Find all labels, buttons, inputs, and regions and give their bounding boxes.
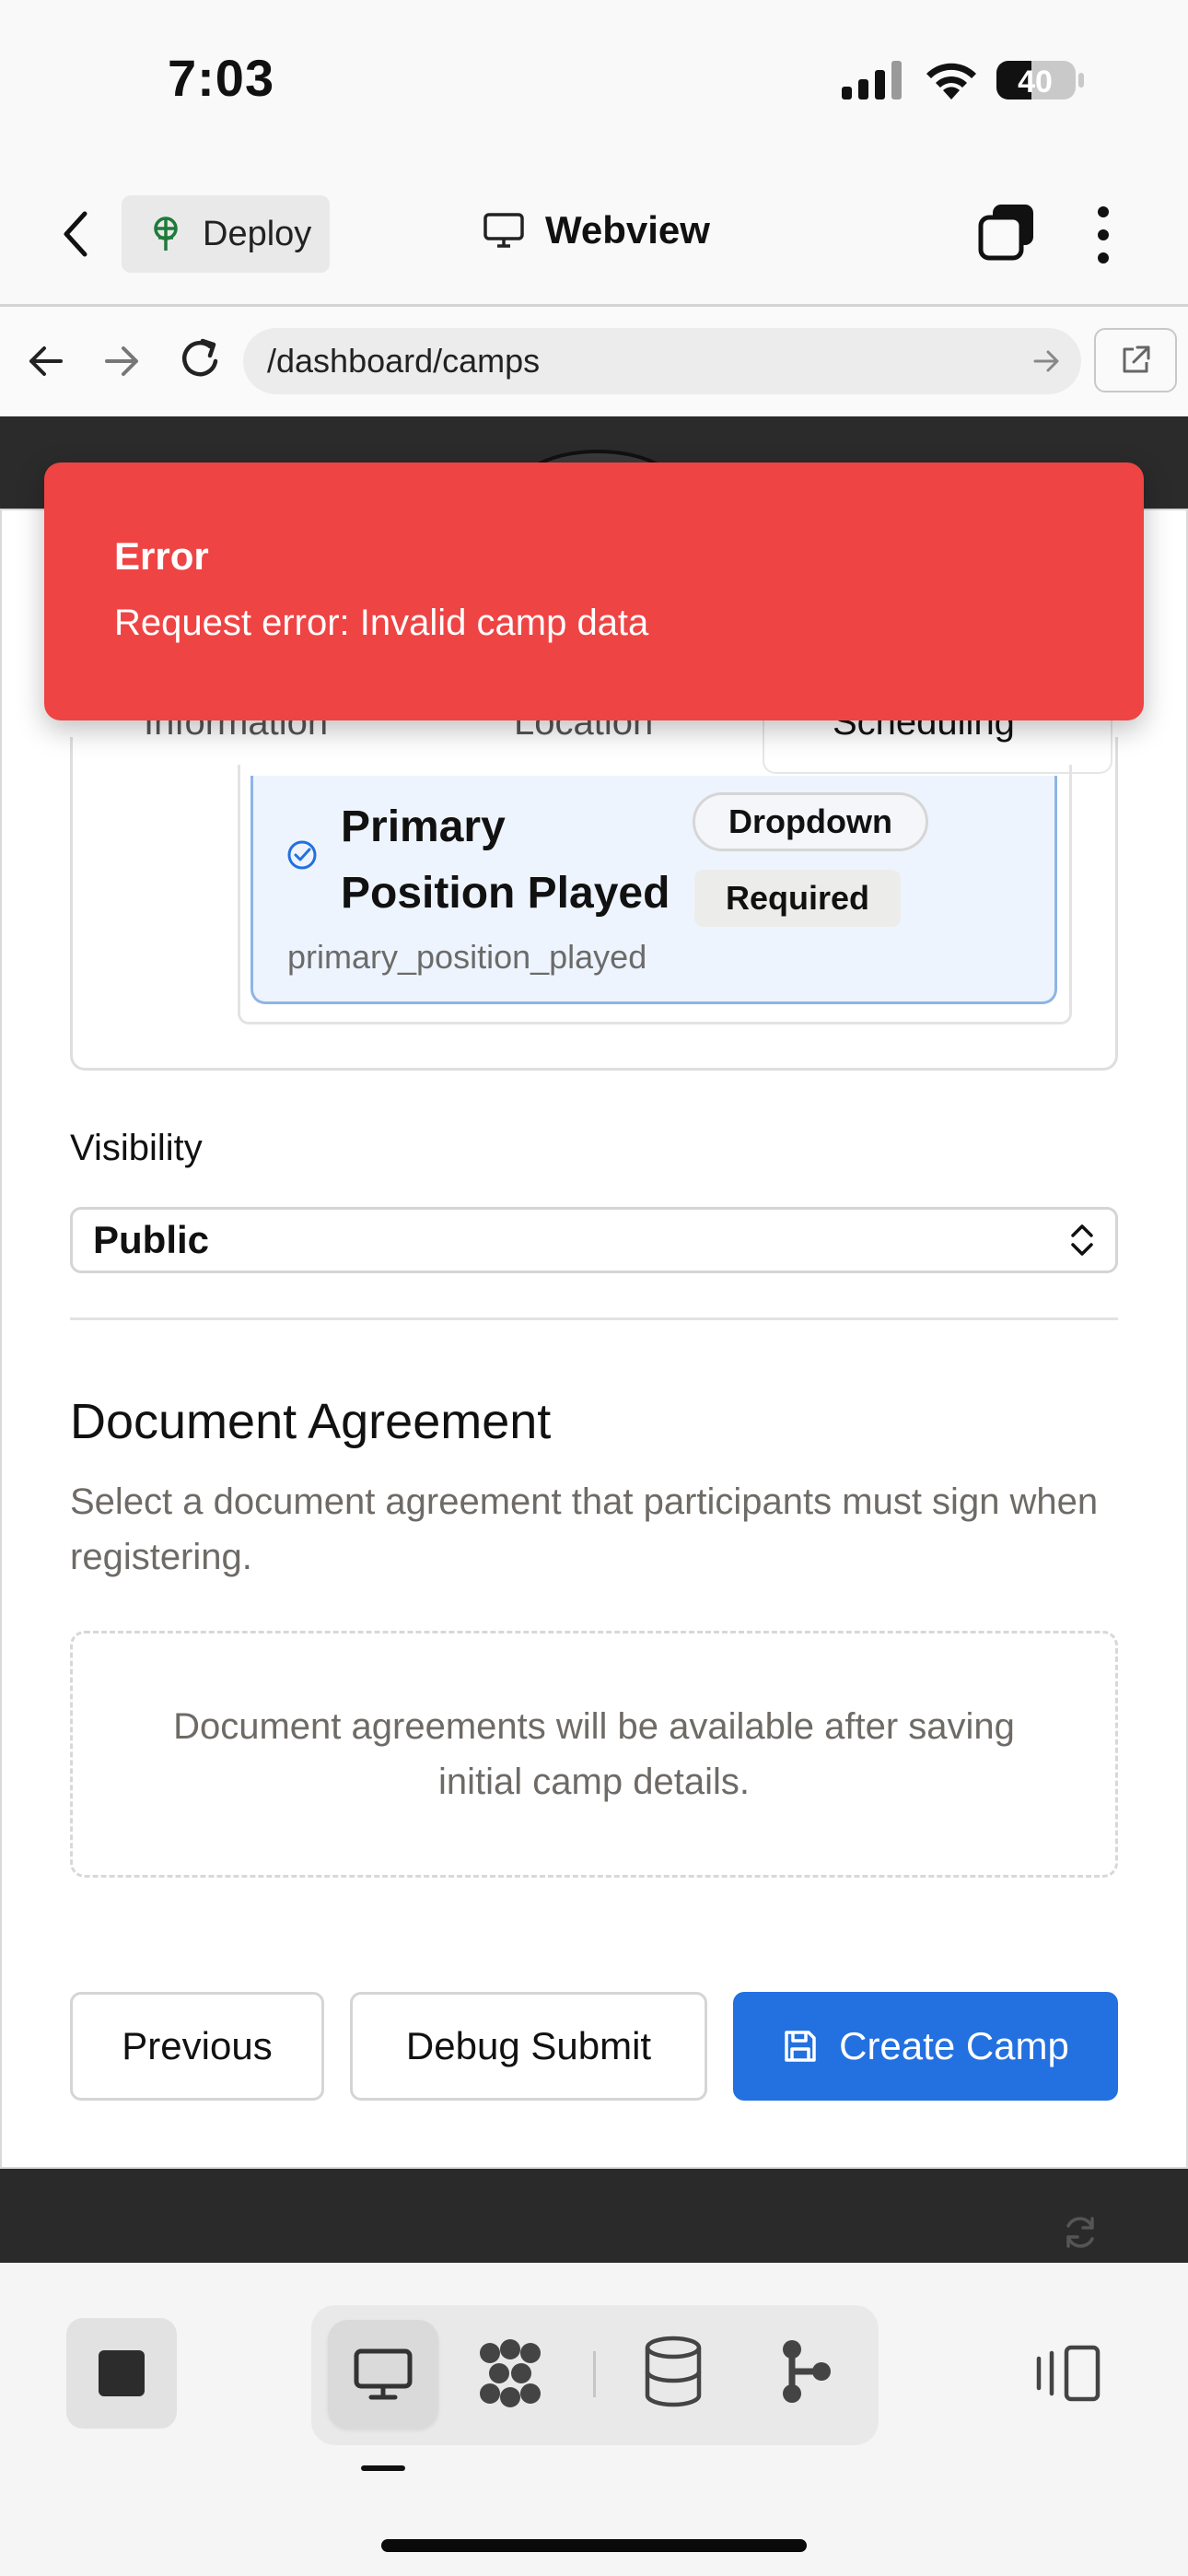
page-footer-bar [0,2169,1188,2263]
stop-button[interactable] [66,2318,177,2429]
arrow-left-icon [29,346,63,376]
panel-icon[interactable] [1031,2344,1101,2407]
field-type-badge: Dropdown [693,792,928,851]
required-badge: Required [694,870,901,927]
battery-icon: 40 [995,57,1087,108]
tabs-icon [978,205,1033,261]
stop-icon [99,2350,145,2396]
more-options-button[interactable] [1087,205,1120,265]
previous-label: Previous [122,2024,273,2067]
toast-message: Request error: Invalid camp data [114,603,649,643]
section-divider [70,1317,1118,1320]
external-link-icon [1123,345,1150,373]
chevron-up-down-icon [1068,1222,1096,1263]
document-agreement-title: Document Agreement [70,1394,552,1449]
status-time: 7:03 [168,49,275,107]
arrow-right-icon [105,346,138,376]
visibility-select[interactable]: Public [70,1207,1118,1273]
tabs-switcher-button[interactable] [978,203,1035,262]
cellular-signal-icon [840,59,904,104]
create-camp-button[interactable]: Create Camp [733,1992,1118,2101]
url-go-button[interactable] [1031,346,1061,381]
browser-reload-button[interactable] [177,335,223,388]
deploy-button[interactable]: Deploy [122,195,330,273]
desktop-view-button[interactable] [328,2320,438,2429]
deploy-label: Deploy [203,214,312,253]
open-external-button[interactable] [1094,328,1177,392]
agents-icon[interactable] [473,2336,547,2415]
document-agreement-empty-state: Document agreements will be available af… [70,1631,1118,1878]
url-text: /dashboard/camps [267,342,541,380]
webview-tab-title[interactable]: Webview [483,208,710,252]
url-input[interactable]: /dashboard/camps [243,328,1081,394]
git-icon[interactable] [772,2335,836,2413]
database-icon[interactable] [641,2335,705,2413]
debug-submit-label: Debug Submit [405,2024,652,2067]
custom-field-key: primary_position_played [287,938,647,976]
toast-title: Error [114,534,209,578]
custom-field-name: Primary Position Played [341,802,670,918]
document-agreement-empty-message: Document agreements will be available af… [173,1706,1015,1802]
back-button[interactable] [53,206,98,262]
browser-forward-button[interactable] [101,341,142,386]
browser-back-button[interactable] [26,341,66,386]
segment-divider [593,2351,596,2397]
error-toast[interactable] [44,463,1144,720]
desktop-icon [354,2348,413,2400]
previous-button[interactable]: Previous [70,1992,324,2101]
wifi-icon [923,57,980,106]
create-camp-label: Create Camp [839,2024,1069,2067]
visibility-label: Visibility [70,1128,203,1168]
webview-title: Webview [545,208,710,252]
deploy-icon [154,217,178,251]
more-vertical-icon [1098,206,1109,263]
chevron-left-icon [64,211,87,257]
battery-level: 40 [1018,64,1053,100]
visibility-value: Public [93,1218,210,1261]
monitor-icon [483,213,524,248]
arrow-right-icon [1033,350,1059,372]
refresh-icon[interactable] [1061,2213,1100,2256]
reload-icon [182,338,218,377]
check-circle-icon[interactable] [285,838,319,876]
debug-submit-button[interactable]: Debug Submit [350,1992,707,2101]
home-indicator[interactable] [381,2539,807,2552]
save-icon [785,2031,816,2062]
document-agreement-description: Select a document agreement that partici… [70,1481,1099,1577]
selected-view-indicator [361,2465,405,2471]
